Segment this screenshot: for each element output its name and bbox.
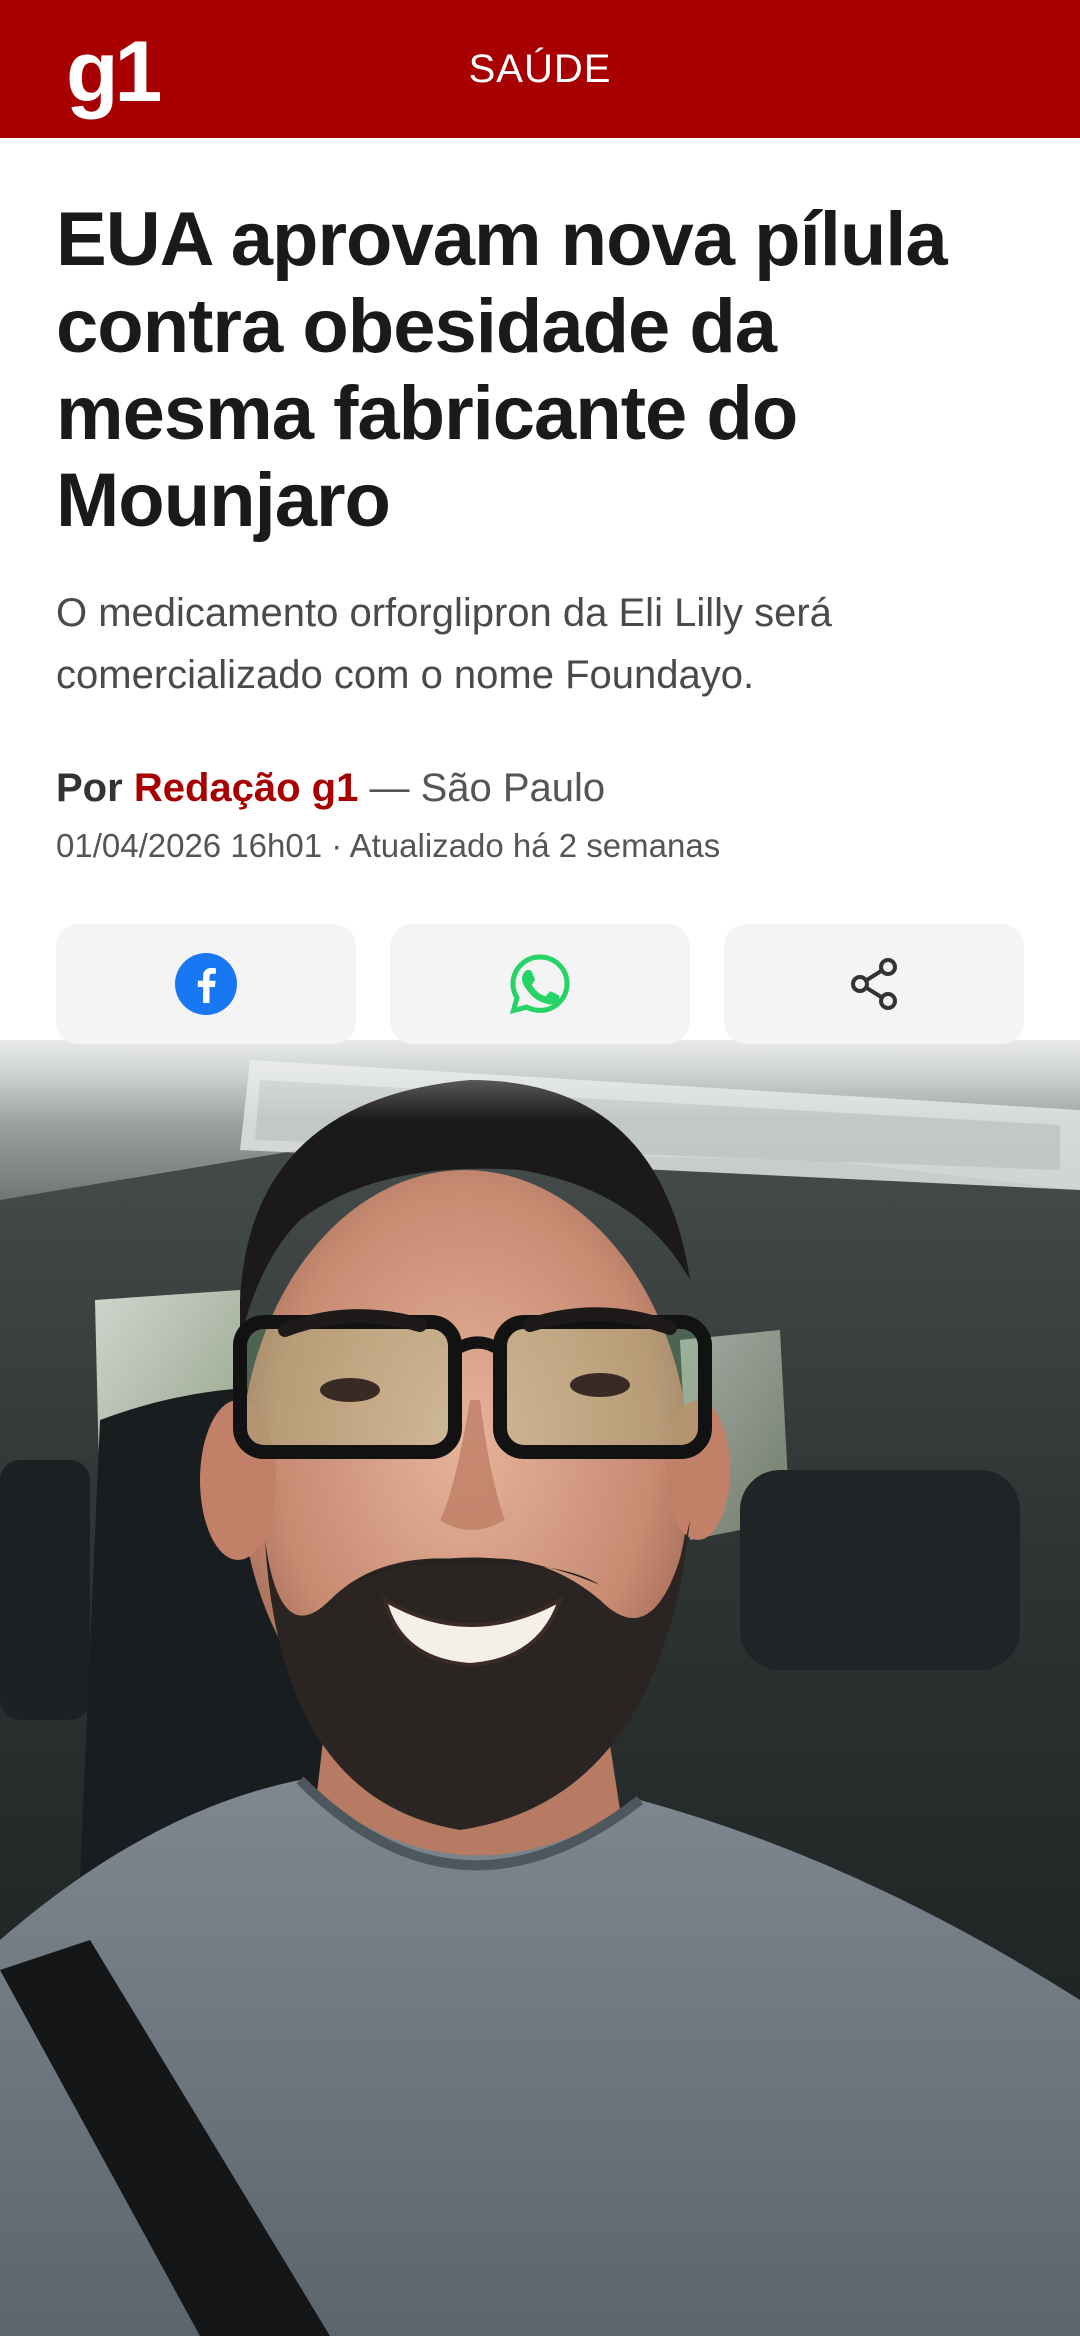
share-bar (56, 924, 1024, 1044)
share-icon (851, 958, 897, 1010)
article-headline: EUA aprovam nova pílula contra obesidade… (56, 197, 948, 543)
facebook-share-button[interactable] (56, 924, 356, 1044)
article-meta: 01/04/2026 16h01 · Atualizado há 2 seman… (56, 822, 1016, 870)
byline-prefix: Por (56, 766, 123, 810)
whatsapp-icon (509, 954, 570, 1014)
g1-logo[interactable]: g1 (66, 22, 162, 122)
updated-label: · Atualizado há 2 semanas (331, 827, 721, 864)
section-title[interactable]: SAÚDE (469, 47, 612, 92)
top-bar: g1 SAÚDE (0, 0, 1080, 138)
generic-share-button[interactable] (724, 924, 1024, 1044)
facebook-icon (175, 953, 237, 1015)
video-player[interactable] (0, 1040, 1080, 2336)
whatsapp-share-button[interactable] (390, 924, 690, 1044)
article-subheadline: O medicamento orforglipron da Eli Lilly … (56, 591, 832, 697)
published-date: 01/04/2026 16h01 (56, 827, 323, 864)
byline-location: — São Paulo (369, 766, 606, 810)
article-page: g1 SAÚDE EUA aprovam nova pílula contra … (0, 0, 1080, 2336)
author-link[interactable]: Redação g1 (134, 766, 359, 810)
byline: Por Redação g1 — São Paulo (56, 760, 1016, 816)
man-selfie-in-car-icon (0, 1040, 1080, 2336)
